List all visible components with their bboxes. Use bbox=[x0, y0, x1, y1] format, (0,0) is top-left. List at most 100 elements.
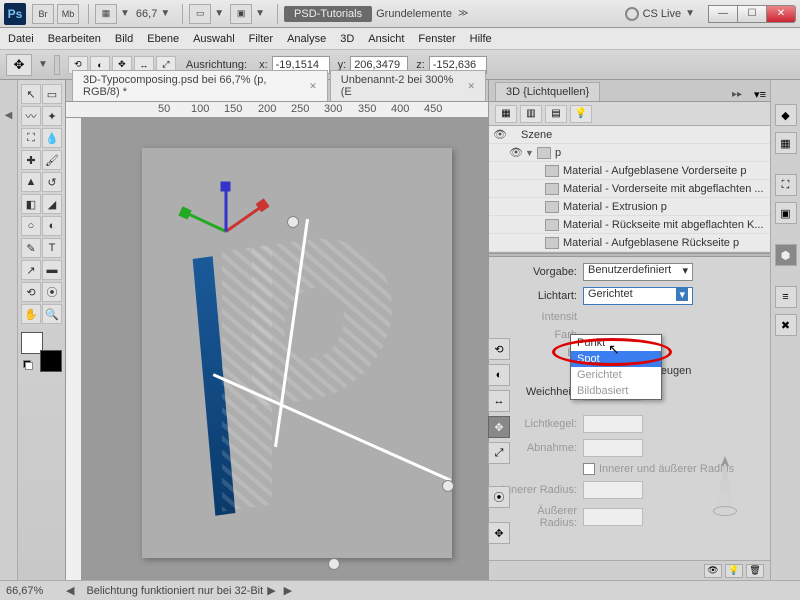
toggle-ground-icon[interactable]: 👁 bbox=[704, 564, 722, 578]
zoom-tool[interactable]: 🔍 bbox=[42, 304, 62, 324]
move-tool[interactable]: ↖ bbox=[21, 84, 41, 104]
ruler-horizontal[interactable]: 50100150200250300350400450 bbox=[66, 102, 488, 118]
pen-tool[interactable]: ✎ bbox=[21, 238, 41, 258]
status-next-icon[interactable]: ▶ bbox=[267, 584, 275, 597]
light-handle[interactable] bbox=[287, 216, 299, 228]
3d-filter-light-icon[interactable]: ✥ bbox=[488, 416, 510, 438]
3d-filter-camera-icon[interactable]: ⤢ bbox=[488, 442, 510, 464]
close-icon[interactable]: ✕ bbox=[467, 81, 475, 92]
tree-scene[interactable]: 👁Szene bbox=[489, 126, 770, 144]
panel-menu-icon[interactable]: ▾≡ bbox=[754, 88, 766, 101]
3d-filter-material-icon[interactable]: ↔ bbox=[488, 390, 510, 412]
menu-3d[interactable]: 3D bbox=[340, 33, 354, 45]
new-light-icon[interactable]: 💡 bbox=[725, 564, 743, 578]
status-prev-icon[interactable]: ◀ bbox=[66, 584, 74, 597]
filter-whole-scene-icon[interactable]: ▦ bbox=[495, 105, 517, 123]
cslive-label[interactable]: CS Live bbox=[643, 8, 682, 20]
menu-datei[interactable]: Datei bbox=[8, 33, 34, 45]
layers-panel-icon[interactable]: ≡ bbox=[775, 286, 797, 308]
crop-tool[interactable]: ⛶ bbox=[21, 128, 41, 148]
dropdown-option-gerichtet[interactable]: Gerichtet bbox=[571, 367, 661, 383]
lichtart-select[interactable]: Gerichtet ▾ bbox=[583, 287, 693, 305]
3d-filter-scene-icon[interactable]: ⟲ bbox=[488, 338, 510, 360]
path-tool[interactable]: ↗ bbox=[21, 260, 41, 280]
delete-icon[interactable]: 🗑 bbox=[746, 564, 764, 578]
close-icon[interactable]: ✕ bbox=[309, 81, 317, 92]
eraser-tool[interactable]: ◧ bbox=[21, 194, 41, 214]
channels-panel-icon[interactable]: ✖ bbox=[775, 314, 797, 336]
optbar-grip[interactable] bbox=[54, 55, 60, 75]
wand-tool[interactable]: ✦ bbox=[42, 106, 62, 126]
3d-axis-gizmo[interactable] bbox=[184, 186, 264, 256]
gradient-tool[interactable]: ◢ bbox=[42, 194, 62, 214]
menu-bild[interactable]: Bild bbox=[115, 33, 133, 45]
menu-analyse[interactable]: Analyse bbox=[287, 33, 326, 45]
dodge-tool[interactable]: ◐ bbox=[42, 216, 62, 236]
stamp-tool[interactable]: ▲ bbox=[21, 172, 41, 192]
menu-auswahl[interactable]: Auswahl bbox=[193, 33, 235, 45]
3d-panel-icon[interactable]: ⬢ bbox=[775, 244, 797, 266]
minimize-button[interactable]: — bbox=[708, 5, 738, 23]
history-brush-tool[interactable]: ↺ bbox=[42, 172, 62, 192]
ruler-vertical[interactable] bbox=[66, 118, 82, 580]
3d-object-p[interactable] bbox=[222, 248, 442, 548]
filter-lights-icon[interactable]: 💡 bbox=[570, 105, 592, 123]
vorgabe-select[interactable]: Benutzerdefiniert ▾ bbox=[583, 263, 693, 281]
eyedropper-tool[interactable]: 💧 bbox=[42, 128, 62, 148]
background-color[interactable] bbox=[40, 350, 62, 372]
3d-rotate-tool[interactable]: ⟲ bbox=[21, 282, 41, 302]
visibility-icon[interactable]: 👁 bbox=[509, 146, 525, 159]
masks-panel-icon[interactable]: ▣ bbox=[775, 202, 797, 224]
light-handle[interactable] bbox=[328, 558, 340, 570]
zoom-level[interactable]: 66,7 bbox=[136, 8, 157, 20]
workspace-name[interactable]: Grundelemente bbox=[376, 8, 452, 20]
menu-hilfe[interactable]: Hilfe bbox=[470, 33, 492, 45]
blur-tool[interactable]: ○ bbox=[21, 216, 41, 236]
light-handle[interactable] bbox=[442, 480, 454, 492]
dropdown-option-bildbasiert[interactable]: Bildbasiert bbox=[571, 383, 661, 399]
lasso-tool[interactable]: 〰 bbox=[21, 106, 41, 126]
type-tool[interactable]: T bbox=[42, 238, 62, 258]
tree-mesh-p[interactable]: 👁▼p bbox=[489, 144, 770, 162]
tree-material[interactable]: Material - Rückseite mit abgeflachten K.… bbox=[489, 216, 770, 234]
swatches-panel-icon[interactable]: ▦ bbox=[775, 132, 797, 154]
tree-material[interactable]: Material - Vorderseite mit abgeflachten … bbox=[489, 180, 770, 198]
ps-logo-icon[interactable]: Ps bbox=[4, 3, 26, 25]
color-swatches[interactable] bbox=[21, 332, 62, 372]
adjustments-panel-icon[interactable]: ⛶ bbox=[775, 174, 797, 196]
filter-materials-icon[interactable]: ▤ bbox=[545, 105, 567, 123]
dropdown-option-punkt[interactable]: Punkt bbox=[571, 335, 661, 351]
menu-ebene[interactable]: Ebene bbox=[147, 33, 179, 45]
tree-material[interactable]: Material - Aufgeblasene Vorderseite p bbox=[489, 162, 770, 180]
minibridge-button[interactable]: Mb bbox=[57, 4, 79, 24]
shape-tool[interactable]: ▬ bbox=[42, 260, 62, 280]
z-axis-icon[interactable] bbox=[225, 186, 228, 232]
menu-bearbeiten[interactable]: Bearbeiten bbox=[48, 33, 101, 45]
3d-filter-mesh-icon[interactable]: ◐ bbox=[488, 364, 510, 386]
arrange-button[interactable]: ▭ bbox=[189, 4, 211, 24]
3d-toggle-2-icon[interactable]: ✥ bbox=[488, 522, 510, 544]
menu-fenster[interactable]: Fenster bbox=[418, 33, 455, 45]
tree-material[interactable]: Material - Aufgeblasene Rückseite p bbox=[489, 234, 770, 252]
default-colors-icon[interactable] bbox=[23, 360, 33, 370]
close-button[interactable]: ✕ bbox=[766, 5, 796, 23]
x-axis-icon[interactable] bbox=[225, 204, 264, 233]
visibility-icon[interactable]: 👁 bbox=[493, 128, 509, 141]
workspace-pill[interactable]: PSD-Tutorials bbox=[284, 6, 372, 22]
color-panel-icon[interactable]: ◆ bbox=[775, 104, 797, 126]
filter-meshes-icon[interactable]: ▥ bbox=[520, 105, 542, 123]
3d-toggle-icon[interactable]: ⦿ bbox=[488, 486, 510, 508]
current-tool-icon[interactable]: ✥ bbox=[6, 54, 32, 76]
panel-tab-3d[interactable]: 3D {Lichtquellen} bbox=[495, 82, 600, 101]
y-axis-icon[interactable] bbox=[184, 211, 227, 233]
status-zoom[interactable]: 66,67% bbox=[6, 585, 62, 597]
hand-tool[interactable]: ✋ bbox=[21, 304, 41, 324]
left-collapse-strip[interactable]: ◀ bbox=[0, 80, 18, 580]
menu-filter[interactable]: Filter bbox=[249, 33, 273, 45]
doc-tab-2[interactable]: Unbenannt-2 bei 300% (E✕ bbox=[330, 70, 486, 101]
dropdown-option-spot[interactable]: Spot bbox=[571, 351, 661, 367]
doc-tab-1[interactable]: 3D-Typocomposing.psd bei 66,7% (p, RGB/8… bbox=[72, 70, 328, 101]
maximize-button[interactable]: ☐ bbox=[737, 5, 767, 23]
view-extras-button[interactable]: ▦ bbox=[95, 4, 117, 24]
panel-collapse-icon[interactable]: ▸▸ bbox=[732, 89, 742, 100]
